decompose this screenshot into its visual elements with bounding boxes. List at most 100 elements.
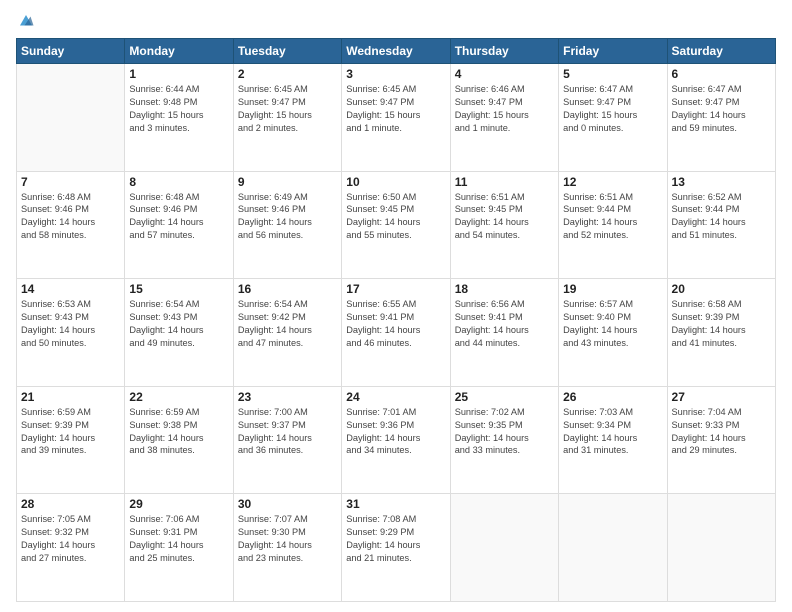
day-number: 28 bbox=[21, 497, 120, 511]
calendar-cell: 27 Sunrise: 7:04 AMSunset: 9:33 PMDayligh… bbox=[667, 386, 775, 494]
day-number: 14 bbox=[21, 282, 120, 296]
day-number: 16 bbox=[238, 282, 337, 296]
calendar-cell: 31Sunrise: 7:08 AMSunset: 9:29 PMDayligh… bbox=[342, 494, 450, 602]
weekday-header-thursday: Thursday bbox=[450, 39, 558, 64]
day-number: 17 bbox=[346, 282, 445, 296]
calendar-cell: 13Sunrise: 6:52 AMSunset: 9:44 PMDayligh… bbox=[667, 171, 775, 279]
calendar-cell: 15Sunrise: 6:54 AMSunset: 9:43 PMDayligh… bbox=[125, 279, 233, 387]
calendar-cell: 14 Sunrise: 6:53 AMSunset: 9:43 PMDayligh… bbox=[17, 279, 125, 387]
calendar-week-3: 14 Sunrise: 6:53 AMSunset: 9:43 PMDayligh… bbox=[17, 279, 776, 387]
calendar-cell: 30 Sunrise: 7:07 AMSunset: 9:30 PMDayligh… bbox=[233, 494, 341, 602]
day-info: Sunrise: 6:51 AMSunset: 9:44 PMDaylight:… bbox=[563, 191, 662, 243]
calendar-cell: 29Sunrise: 7:06 AMSunset: 9:31 PMDayligh… bbox=[125, 494, 233, 602]
day-info: Sunrise: 6:54 AMSunset: 9:42 PMDaylight:… bbox=[238, 298, 337, 350]
day-number: 4 bbox=[455, 67, 554, 81]
calendar-header-row: SundayMondayTuesdayWednesdayThursdayFrid… bbox=[17, 39, 776, 64]
calendar-cell: 2 Sunrise: 6:45 AMSunset: 9:47 PMDaylight… bbox=[233, 64, 341, 172]
day-info: Sunrise: 7:07 AMSunset: 9:30 PMDaylight:… bbox=[238, 513, 337, 565]
day-info: Sunrise: 6:56 AMSunset: 9:41 PMDaylight:… bbox=[455, 298, 554, 350]
day-info: Sunrise: 6:50 AMSunset: 9:45 PMDaylight:… bbox=[346, 191, 445, 243]
day-info: Sunrise: 6:49 AMSunset: 9:46 PMDaylight:… bbox=[238, 191, 337, 243]
day-number: 25 bbox=[455, 390, 554, 404]
day-number: 19 bbox=[563, 282, 662, 296]
calendar-cell: 20 Sunrise: 6:58 AMSunset: 9:39 PMDayligh… bbox=[667, 279, 775, 387]
day-number: 3 bbox=[346, 67, 445, 81]
day-info: Sunrise: 7:02 AMSunset: 9:35 PMDaylight:… bbox=[455, 406, 554, 458]
calendar-cell: 5Sunrise: 6:47 AMSunset: 9:47 PMDaylight… bbox=[559, 64, 667, 172]
calendar-cell: 25 Sunrise: 7:02 AMSunset: 9:35 PMDayligh… bbox=[450, 386, 558, 494]
day-number: 18 bbox=[455, 282, 554, 296]
calendar-cell: 22Sunrise: 6:59 AMSunset: 9:38 PMDayligh… bbox=[125, 386, 233, 494]
day-number: 13 bbox=[672, 175, 771, 189]
day-info: Sunrise: 6:44 AMSunset: 9:48 PMDaylight:… bbox=[129, 83, 228, 135]
weekday-header-wednesday: Wednesday bbox=[342, 39, 450, 64]
calendar-cell: 21 Sunrise: 6:59 AMSunset: 9:39 PMDayligh… bbox=[17, 386, 125, 494]
calendar-cell: 16 Sunrise: 6:54 AMSunset: 9:42 PMDayligh… bbox=[233, 279, 341, 387]
calendar-cell bbox=[559, 494, 667, 602]
logo bbox=[16, 12, 35, 30]
page: SundayMondayTuesdayWednesdayThursdayFrid… bbox=[0, 0, 792, 612]
calendar-cell: 17 Sunrise: 6:55 AMSunset: 9:41 PMDayligh… bbox=[342, 279, 450, 387]
day-number: 1 bbox=[129, 67, 228, 81]
day-number: 23 bbox=[238, 390, 337, 404]
day-info: Sunrise: 7:06 AMSunset: 9:31 PMDaylight:… bbox=[129, 513, 228, 565]
calendar-cell: 1 Sunrise: 6:44 AMSunset: 9:48 PMDaylight… bbox=[125, 64, 233, 172]
calendar-cell bbox=[667, 494, 775, 602]
day-info: Sunrise: 7:04 AMSunset: 9:33 PMDaylight:… bbox=[672, 406, 771, 458]
day-info: Sunrise: 6:59 AMSunset: 9:39 PMDaylight:… bbox=[21, 406, 120, 458]
calendar-cell: 28Sunrise: 7:05 AMSunset: 9:32 PMDayligh… bbox=[17, 494, 125, 602]
day-info: Sunrise: 6:58 AMSunset: 9:39 PMDaylight:… bbox=[672, 298, 771, 350]
calendar-cell: 8Sunrise: 6:48 AMSunset: 9:46 PMDaylight… bbox=[125, 171, 233, 279]
day-info: Sunrise: 7:08 AMSunset: 9:29 PMDaylight:… bbox=[346, 513, 445, 565]
calendar-cell: 24 Sunrise: 7:01 AMSunset: 9:36 PMDayligh… bbox=[342, 386, 450, 494]
day-info: Sunrise: 6:46 AMSunset: 9:47 PMDaylight:… bbox=[455, 83, 554, 135]
day-number: 24 bbox=[346, 390, 445, 404]
weekday-header-monday: Monday bbox=[125, 39, 233, 64]
calendar-table: SundayMondayTuesdayWednesdayThursdayFrid… bbox=[16, 38, 776, 602]
day-number: 30 bbox=[238, 497, 337, 511]
calendar-cell: 4 Sunrise: 6:46 AMSunset: 9:47 PMDaylight… bbox=[450, 64, 558, 172]
day-info: Sunrise: 6:47 AMSunset: 9:47 PMDaylight:… bbox=[563, 83, 662, 135]
weekday-header-friday: Friday bbox=[559, 39, 667, 64]
calendar-week-4: 21 Sunrise: 6:59 AMSunset: 9:39 PMDayligh… bbox=[17, 386, 776, 494]
calendar-cell bbox=[17, 64, 125, 172]
calendar-cell: 11 Sunrise: 6:51 AMSunset: 9:45 PMDayligh… bbox=[450, 171, 558, 279]
day-info: Sunrise: 6:54 AMSunset: 9:43 PMDaylight:… bbox=[129, 298, 228, 350]
day-number: 9 bbox=[238, 175, 337, 189]
day-number: 7 bbox=[21, 175, 120, 189]
day-number: 20 bbox=[672, 282, 771, 296]
calendar-week-2: 7 Sunrise: 6:48 AMSunset: 9:46 PMDaylight… bbox=[17, 171, 776, 279]
day-info: Sunrise: 6:51 AMSunset: 9:45 PMDaylight:… bbox=[455, 191, 554, 243]
day-info: Sunrise: 7:01 AMSunset: 9:36 PMDaylight:… bbox=[346, 406, 445, 458]
calendar-week-5: 28Sunrise: 7:05 AMSunset: 9:32 PMDayligh… bbox=[17, 494, 776, 602]
day-number: 26 bbox=[563, 390, 662, 404]
day-info: Sunrise: 6:47 AMSunset: 9:47 PMDaylight:… bbox=[672, 83, 771, 135]
calendar-cell: 23 Sunrise: 7:00 AMSunset: 9:37 PMDayligh… bbox=[233, 386, 341, 494]
day-number: 27 bbox=[672, 390, 771, 404]
day-number: 21 bbox=[21, 390, 120, 404]
day-info: Sunrise: 6:45 AMSunset: 9:47 PMDaylight:… bbox=[346, 83, 445, 135]
calendar-cell: 7 Sunrise: 6:48 AMSunset: 9:46 PMDaylight… bbox=[17, 171, 125, 279]
day-info: Sunrise: 6:45 AMSunset: 9:47 PMDaylight:… bbox=[238, 83, 337, 135]
day-number: 22 bbox=[129, 390, 228, 404]
day-number: 12 bbox=[563, 175, 662, 189]
day-info: Sunrise: 6:48 AMSunset: 9:46 PMDaylight:… bbox=[129, 191, 228, 243]
day-info: Sunrise: 6:55 AMSunset: 9:41 PMDaylight:… bbox=[346, 298, 445, 350]
weekday-header-sunday: Sunday bbox=[17, 39, 125, 64]
day-number: 10 bbox=[346, 175, 445, 189]
day-info: Sunrise: 6:48 AMSunset: 9:46 PMDaylight:… bbox=[21, 191, 120, 243]
calendar-cell: 18 Sunrise: 6:56 AMSunset: 9:41 PMDayligh… bbox=[450, 279, 558, 387]
day-info: Sunrise: 7:00 AMSunset: 9:37 PMDaylight:… bbox=[238, 406, 337, 458]
weekday-header-saturday: Saturday bbox=[667, 39, 775, 64]
calendar-cell: 6Sunrise: 6:47 AMSunset: 9:47 PMDaylight… bbox=[667, 64, 775, 172]
calendar-cell: 9 Sunrise: 6:49 AMSunset: 9:46 PMDaylight… bbox=[233, 171, 341, 279]
day-number: 2 bbox=[238, 67, 337, 81]
calendar-cell: 10 Sunrise: 6:50 AMSunset: 9:45 PMDayligh… bbox=[342, 171, 450, 279]
day-number: 11 bbox=[455, 175, 554, 189]
day-info: Sunrise: 7:03 AMSunset: 9:34 PMDaylight:… bbox=[563, 406, 662, 458]
calendar-cell: 3 Sunrise: 6:45 AMSunset: 9:47 PMDaylight… bbox=[342, 64, 450, 172]
day-info: Sunrise: 6:53 AMSunset: 9:43 PMDaylight:… bbox=[21, 298, 120, 350]
logo-icon bbox=[17, 12, 35, 30]
day-info: Sunrise: 6:57 AMSunset: 9:40 PMDaylight:… bbox=[563, 298, 662, 350]
calendar-cell: 12 Sunrise: 6:51 AMSunset: 9:44 PMDayligh… bbox=[559, 171, 667, 279]
